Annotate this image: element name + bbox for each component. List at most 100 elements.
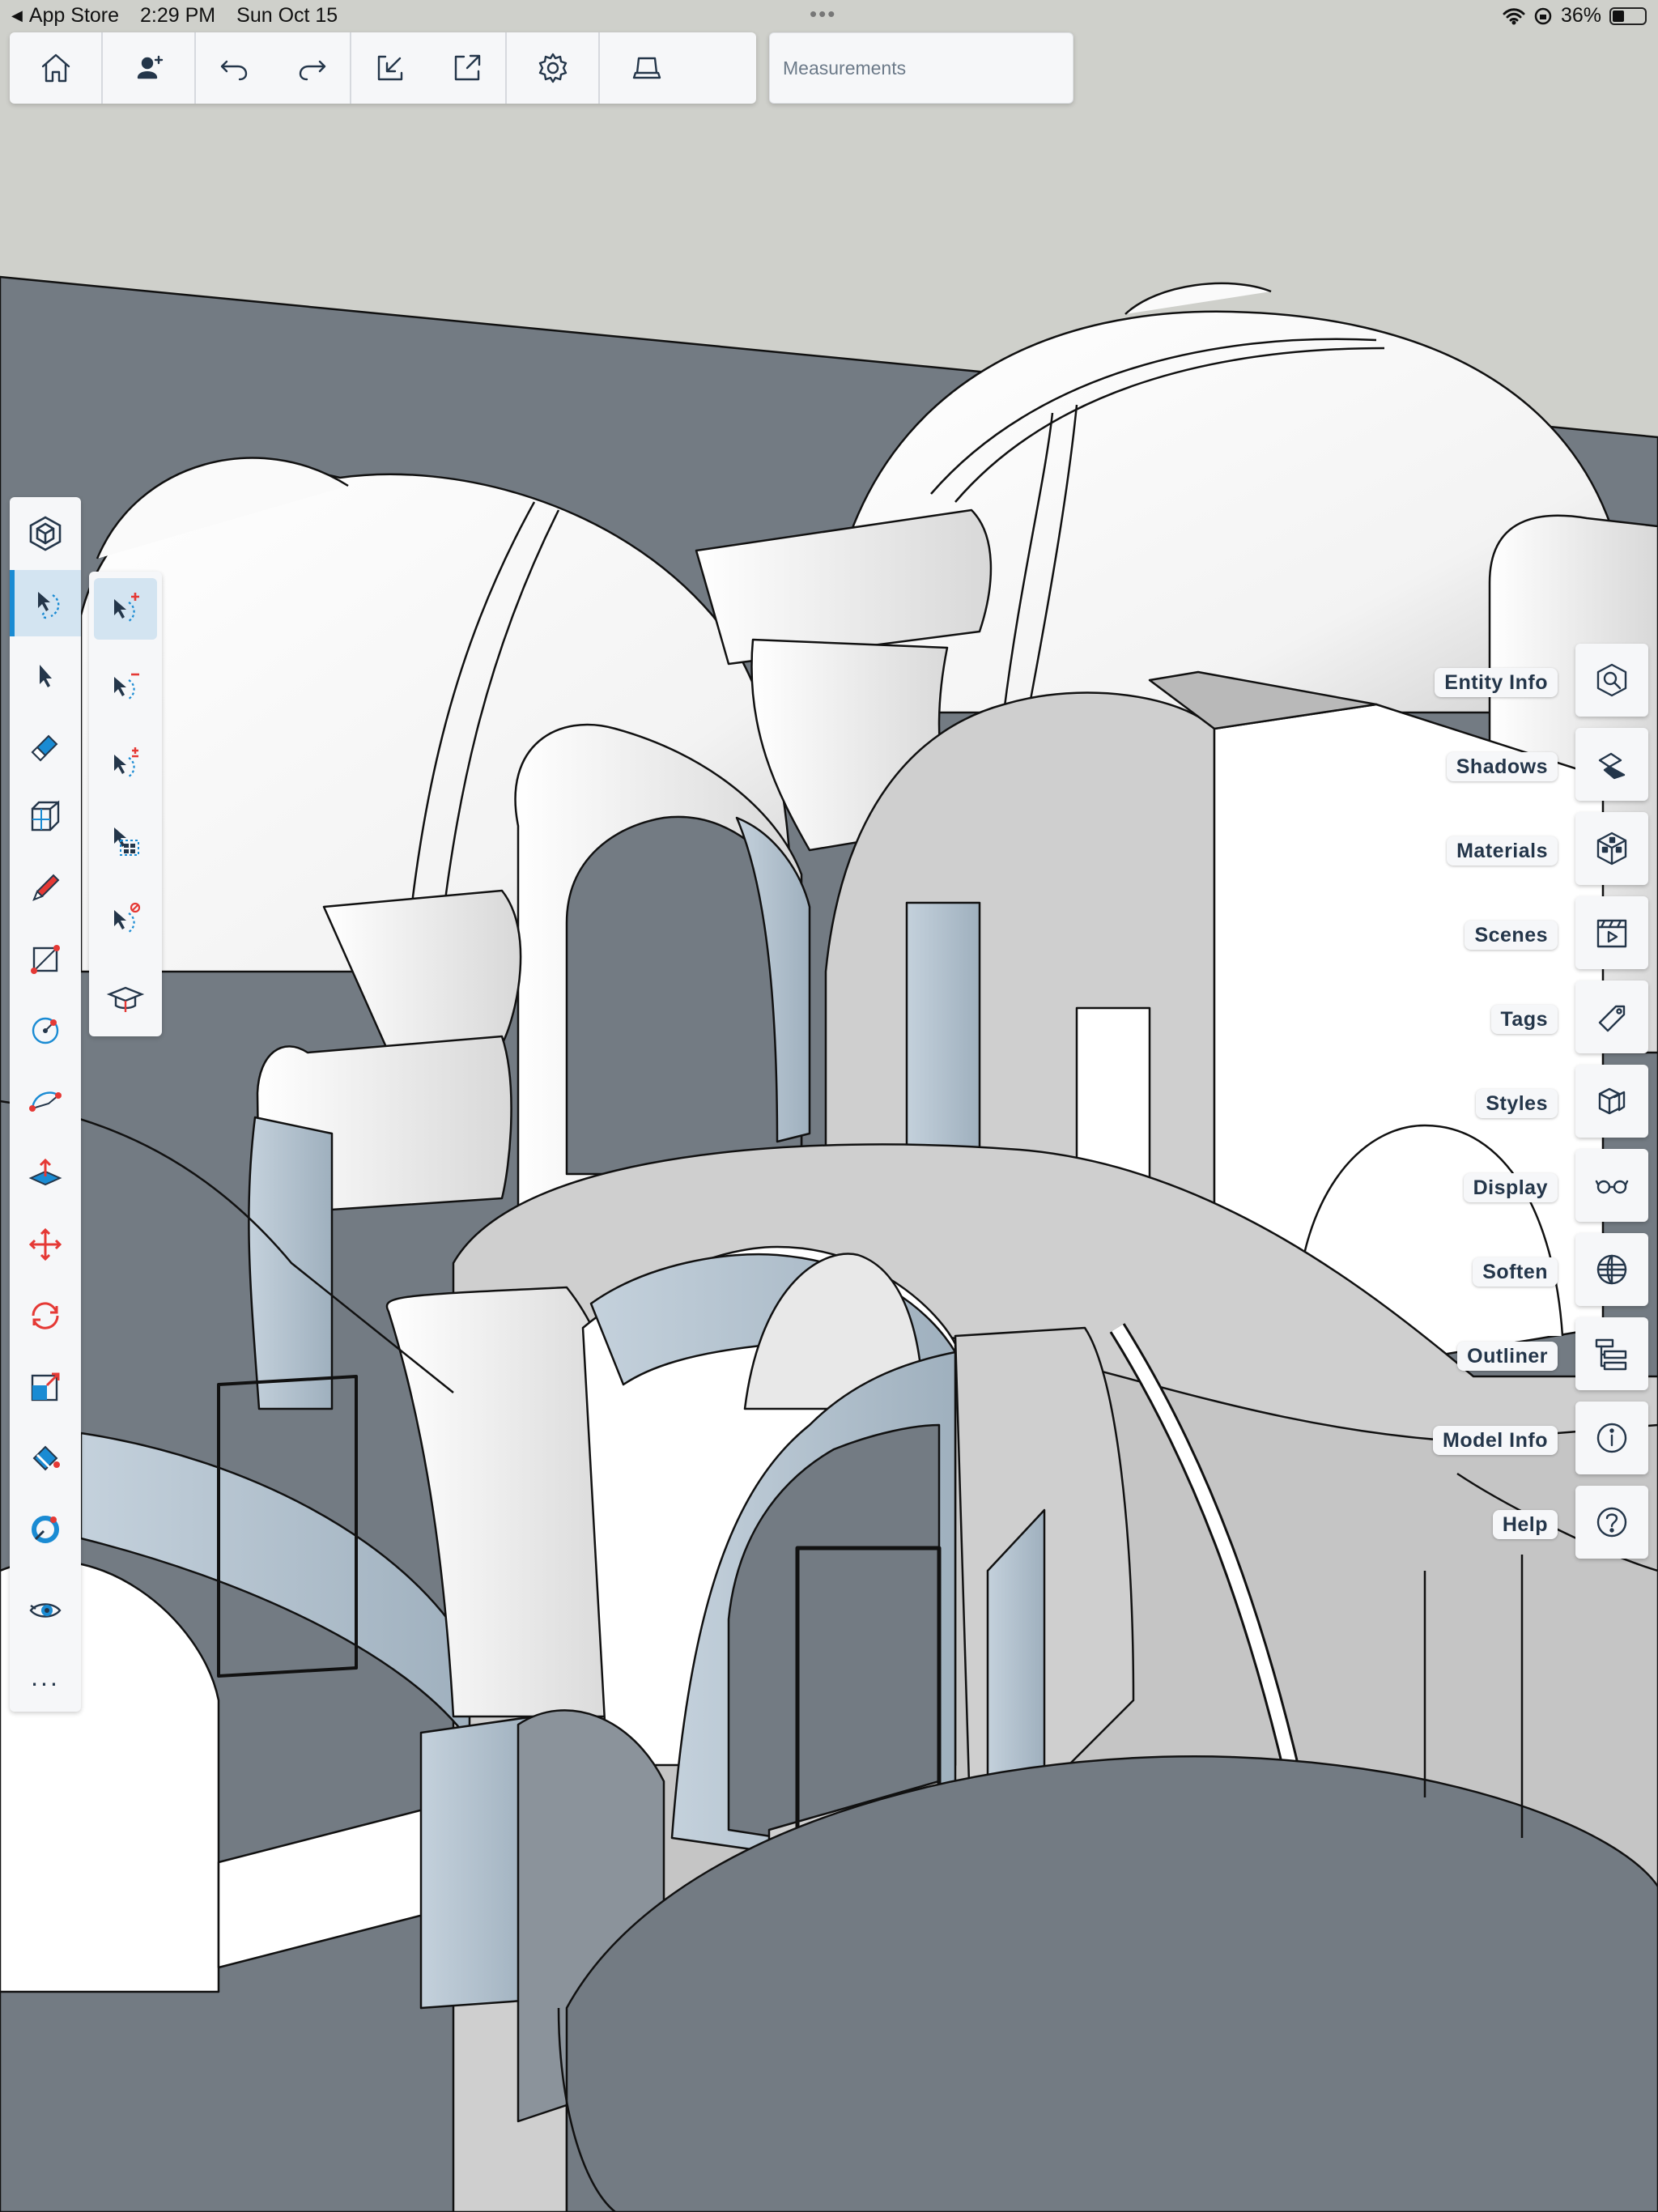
tags-button[interactable] xyxy=(1575,981,1648,1053)
scenes-button[interactable] xyxy=(1575,896,1648,969)
orientation-lock-icon xyxy=(1534,7,1552,24)
export-icon xyxy=(454,54,480,81)
arc-tool-button[interactable] xyxy=(10,1069,81,1135)
collaborate-button[interactable] xyxy=(103,32,196,104)
panel-label-materials: Materials xyxy=(1447,836,1558,866)
soften-button[interactable] xyxy=(1575,1233,1648,1306)
panel-scenes[interactable]: Scenes xyxy=(1308,896,1648,969)
select-tutorial-button[interactable] xyxy=(94,968,157,1030)
circle-icon xyxy=(32,1017,59,1044)
status-time: 2:29 PM xyxy=(140,4,216,27)
info-icon xyxy=(1596,1423,1627,1453)
tape-measure-icon xyxy=(32,1516,59,1543)
circle-tool-button[interactable] xyxy=(10,998,81,1064)
select-lasso-icon xyxy=(38,592,60,619)
redo-button[interactable] xyxy=(273,32,350,104)
paint-bucket-icon xyxy=(32,1445,60,1471)
view-mode-button[interactable] xyxy=(600,32,693,104)
help-button[interactable] xyxy=(1575,1486,1648,1559)
panel-soften[interactable]: Soften xyxy=(1308,1233,1648,1306)
display-button[interactable] xyxy=(1575,1149,1648,1222)
cursor-arrow-icon xyxy=(40,665,52,687)
box-tool-button[interactable] xyxy=(10,784,81,850)
box-icon xyxy=(31,800,60,832)
hexagon-cube-icon xyxy=(29,516,62,551)
select-toggle-button[interactable] xyxy=(94,734,157,795)
select-subtract-icon xyxy=(114,673,139,701)
panel-label-entity-info: Entity Info xyxy=(1435,668,1558,697)
export-button[interactable] xyxy=(428,32,505,104)
rotate-tool-button[interactable] xyxy=(10,1283,81,1349)
move-tool-button[interactable] xyxy=(10,1211,81,1278)
panel-label-scenes: Scenes xyxy=(1465,921,1558,950)
select-tool-flyout xyxy=(89,572,162,1036)
import-button[interactable] xyxy=(351,32,428,104)
panel-label-help: Help xyxy=(1492,1510,1558,1539)
view-cube-button[interactable] xyxy=(10,500,81,567)
eraser-tool-button[interactable] xyxy=(10,713,81,779)
undo-icon xyxy=(220,60,247,81)
panel-model-info[interactable]: Model Info xyxy=(1308,1402,1648,1474)
push-pull-icon xyxy=(28,1158,62,1186)
arrow-select-button[interactable] xyxy=(10,643,81,709)
back-to-app-link[interactable]: App Store xyxy=(29,4,119,28)
entity-info-icon xyxy=(1596,663,1627,697)
shadows-icon xyxy=(1598,752,1626,780)
wifi-icon xyxy=(1503,7,1525,24)
rotate-icon xyxy=(32,1302,59,1329)
graduation-cap-icon xyxy=(106,986,145,1012)
home-button[interactable] xyxy=(10,32,103,104)
battery-icon xyxy=(1609,6,1647,25)
shadows-button[interactable] xyxy=(1575,728,1648,801)
tape-measure-tool-button[interactable] xyxy=(10,1496,81,1563)
panel-help[interactable]: Help xyxy=(1308,1486,1648,1559)
rectangle-tool-button[interactable] xyxy=(10,926,81,993)
back-chevron-icon[interactable]: ◀ xyxy=(11,7,23,24)
status-date: Sun Oct 15 xyxy=(236,4,338,27)
panel-shadows[interactable]: Shadows xyxy=(1308,728,1648,801)
model-info-button[interactable] xyxy=(1575,1402,1648,1474)
glasses-icon xyxy=(1595,1180,1629,1194)
outliner-icon xyxy=(1595,1338,1627,1371)
measurements-box[interactable]: Measurements xyxy=(769,32,1073,104)
entity-info-button[interactable] xyxy=(1575,644,1648,717)
home-icon xyxy=(41,53,70,83)
materials-button[interactable] xyxy=(1575,812,1648,885)
paint-tool-button[interactable] xyxy=(10,1425,81,1491)
panel-label-shadows: Shadows xyxy=(1446,752,1558,781)
select-subtract-button[interactable] xyxy=(94,656,157,717)
panel-tags[interactable]: Tags xyxy=(1308,981,1648,1053)
select-all-icon xyxy=(114,827,139,856)
panel-styles[interactable]: Styles xyxy=(1308,1065,1648,1138)
undo-button[interactable] xyxy=(196,32,273,104)
styles-button[interactable] xyxy=(1575,1065,1648,1138)
select-tool-button[interactable] xyxy=(10,570,81,636)
orbit-tool-button[interactable] xyxy=(10,1577,81,1644)
multitasking-dots-icon[interactable]: ••• xyxy=(810,2,836,27)
panel-outliner[interactable]: Outliner xyxy=(1308,1317,1648,1390)
select-none-button[interactable] xyxy=(94,889,157,951)
materials-icon xyxy=(1596,832,1627,866)
arc-icon xyxy=(29,1091,62,1112)
soften-sphere-icon xyxy=(1596,1254,1627,1285)
move-arrows-icon xyxy=(28,1227,62,1261)
add-user-icon xyxy=(137,55,163,79)
push-pull-tool-button[interactable] xyxy=(10,1140,81,1206)
battery-percent: 36% xyxy=(1560,4,1601,27)
panel-label-styles: Styles xyxy=(1476,1089,1558,1118)
more-tools-button[interactable]: ... xyxy=(10,1644,81,1710)
measurements-label: Measurements xyxy=(783,57,907,79)
panel-label-soften: Soften xyxy=(1473,1257,1558,1287)
panel-materials[interactable]: Materials xyxy=(1308,812,1648,885)
select-add-button[interactable] xyxy=(94,578,157,640)
panel-display[interactable]: Display xyxy=(1308,1149,1648,1222)
panel-entity-info[interactable]: Entity Info xyxy=(1308,644,1648,717)
outliner-button[interactable] xyxy=(1575,1317,1648,1390)
select-add-icon xyxy=(114,593,139,623)
scale-tool-button[interactable] xyxy=(10,1354,81,1420)
pencil-tool-button[interactable] xyxy=(10,855,81,921)
panel-label-tags: Tags xyxy=(1490,1005,1558,1034)
question-mark-icon xyxy=(1596,1507,1627,1538)
select-all-button[interactable] xyxy=(94,811,157,873)
settings-button[interactable] xyxy=(507,32,600,104)
